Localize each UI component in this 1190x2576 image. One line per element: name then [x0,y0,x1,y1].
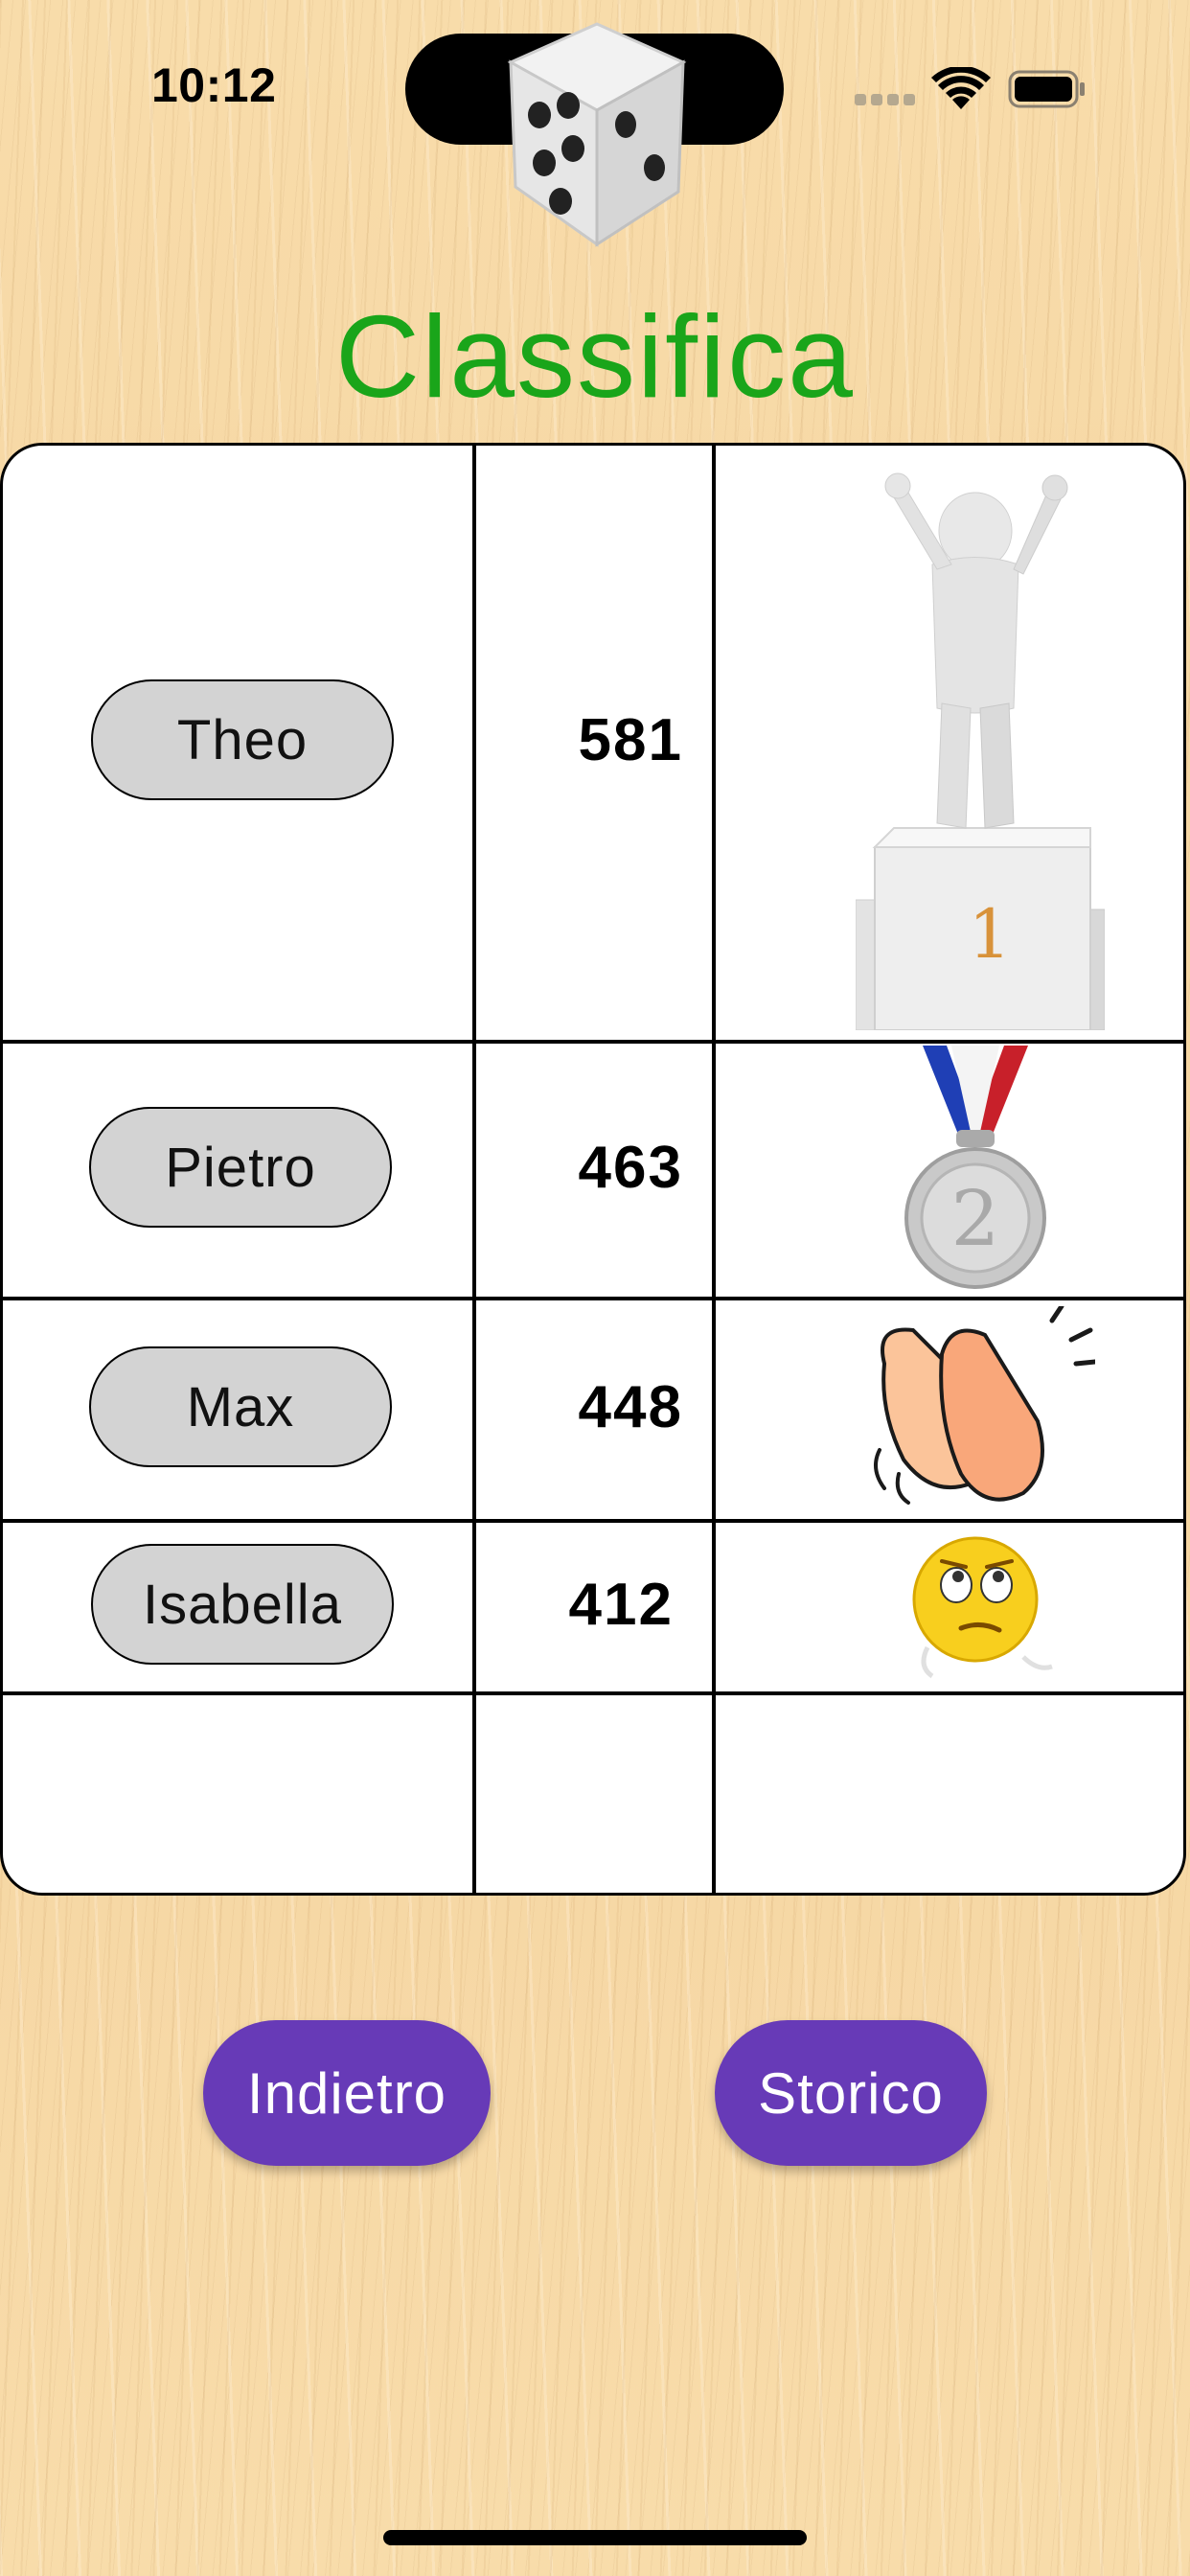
back-button[interactable]: Indietro [203,2020,491,2166]
row-divider [3,1691,1183,1695]
status-time: 10:12 [151,58,277,112]
player-score: 581 [578,707,683,773]
clapping-hands-icon [874,1306,1095,1505]
podium-first-place-icon: 1 [856,472,1105,1030]
battery-icon [1008,70,1085,108]
home-indicator [383,2530,807,2545]
dice-icon [507,22,687,247]
player-score: 448 [578,1374,683,1440]
table-row: Max 448 [3,1297,1183,1519]
table-row: Isabella 412 [3,1519,1183,1691]
table-row: Theo 581 1 [3,446,1183,1040]
silver-medal-icon: 2 [904,1046,1046,1289]
leaderboard-table: Theo 581 1 Pietro 463 2 Max 448 Isabella… [0,443,1186,1896]
player-name-button[interactable]: Max [89,1346,392,1467]
svg-text:1: 1 [969,895,1012,974]
player-score: 463 [578,1135,683,1201]
player-name-button[interactable]: Theo [91,679,394,800]
table-row: Pietro 463 2 [3,1040,1183,1297]
player-name-button[interactable]: Pietro [89,1107,392,1228]
signal-icon [855,94,915,105]
sad-face-icon [912,1536,1053,1679]
page-title: Classifica [334,291,855,422]
wifi-icon [931,67,991,109]
history-button[interactable]: Storico [715,2020,987,2166]
player-score: 412 [568,1572,674,1638]
svg-text:2: 2 [951,1174,1000,1263]
player-name-button[interactable]: Isabella [91,1544,394,1665]
